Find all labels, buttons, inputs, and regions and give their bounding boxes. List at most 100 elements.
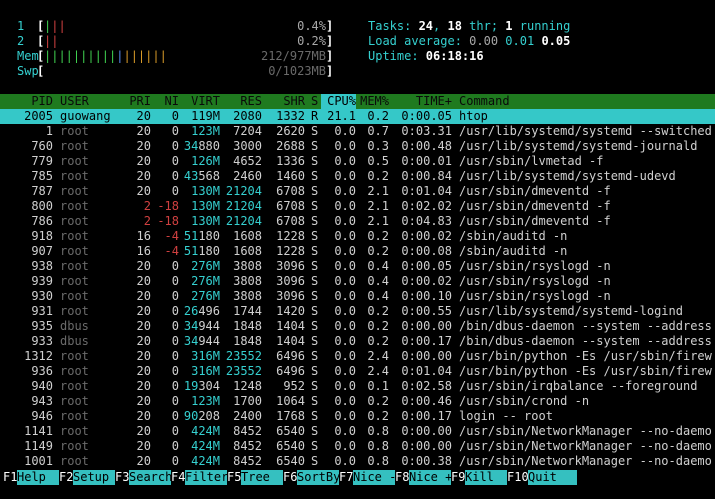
running-count: 1: [505, 19, 513, 33]
process-row[interactable]: 930 root 20 0 276M 3808 3096 S 0.0 0.4 0:00.10/usr…: [0, 289, 715, 304]
cell-ni: 0: [171, 394, 179, 408]
process-row[interactable]: 936 root 20 0 316M 23552 6496 S 0.0 2.4 0:01.04/us…: [0, 364, 715, 379]
column-header-virt[interactable]: VIRT: [179, 94, 220, 109]
column-header-shr[interactable]: SHR: [262, 94, 305, 109]
process-row[interactable]: 907 root 16 -4 51180 1608 1228 S 0.0 0.2 0:00.08/s…: [0, 244, 715, 259]
cell-cpu: 0.0: [334, 139, 356, 153]
process-row[interactable]: 933 dbus 20 0 34944 1848 1404 S 0.0 0.2 0:00.17/bi…: [0, 334, 715, 349]
cell-ni: 0: [171, 259, 179, 273]
cell-virt: 424M: [191, 454, 220, 468]
cell-ni: -18: [157, 199, 179, 213]
cell-cmd: /usr/sbin/dmeventd -f: [459, 214, 611, 228]
cell-mem: 0.8: [367, 424, 389, 438]
fkey-setup-button[interactable]: Setup: [73, 470, 115, 485]
fkey-filter-button[interactable]: Filter: [185, 470, 228, 485]
cell-user: root: [60, 244, 89, 258]
cell-mem: 0.4: [367, 274, 389, 288]
cell-s: S: [311, 124, 319, 138]
process-row[interactable]: 779 root 20 0 126M 4652 1336 S 0.0 0.5 0:00.01/usr…: [0, 154, 715, 169]
fkey-sortby-button[interactable]: SortBy: [297, 470, 340, 485]
column-header-pri[interactable]: PRI: [120, 94, 151, 109]
column-header-s[interactable]: S: [311, 94, 321, 109]
cell-cmd: login -- root: [459, 409, 553, 423]
cell-res: 21204: [225, 199, 262, 213]
cell-time: 0:00.00: [401, 349, 452, 363]
load-15: 0.05: [541, 34, 571, 48]
process-row[interactable]: 785 root 20 0 43568 2460 1460 S 0.0 0.2 0:00.84/us…: [0, 169, 715, 184]
process-row[interactable]: 931 root 20 0 26496 1744 1420 S 0.0 0.2 0:00.55/us…: [0, 304, 715, 319]
cell-cmd: /usr/bin/python -Es /usr/sbin/firew: [459, 349, 712, 363]
cell-res: 1700: [233, 394, 262, 408]
load-1: 0.00: [469, 34, 499, 48]
fkey-kill-button[interactable]: Kill: [465, 470, 507, 485]
cell-cmd: /usr/lib/systemd/systemd-udevd: [459, 169, 676, 183]
mem-bar: |||||||||||||||||: [44, 49, 167, 63]
process-row[interactable]: 1149 root 20 0 424M 8452 6540 S 0.0 0.8 0:00.00/us…: [0, 439, 715, 454]
fkey-search-button[interactable]: Search: [129, 470, 172, 485]
process-row[interactable]: 946 root 20 0 90208 2400 1768 S 0.0 0.2 0:00.17 log…: [0, 409, 715, 424]
process-row[interactable]: 943 root 20 0 123M 1700 1064 S 0.0 0.2 0:00.46/usr…: [0, 394, 715, 409]
cell-res: 1848: [233, 319, 262, 333]
process-row[interactable]: 939 root 20 0 276M 3808 3096 S 0.0 0.4 0:00.02/usr…: [0, 274, 715, 289]
cell-pri: 2: [143, 199, 151, 213]
process-row[interactable]: 918 root 16 -4 51180 1608 1228 S 0.0 0.2 0:00.02/s…: [0, 229, 715, 244]
column-header-pid[interactable]: PID: [0, 94, 53, 109]
cell-s: S: [311, 214, 319, 228]
process-row[interactable]: 800 root 2 -18 130M 21204 6708 S 0.0 2.1 0:02.02/u…: [0, 199, 715, 214]
cell-pid: 787: [31, 184, 53, 198]
cell-mem: 0.2: [367, 169, 389, 183]
cell-user: root: [60, 274, 89, 288]
column-header-user[interactable]: USER: [60, 94, 120, 109]
cell-s: S: [311, 184, 319, 198]
cell-virt: 34880: [183, 139, 220, 153]
process-row[interactable]: 786 root 2 -18 130M 21204 6708 S 0.0 2.1 0:04.83/u…: [0, 214, 715, 229]
process-row[interactable]: 1312 root 20 0 316M 23552 6496 S 0.0 2.4 0:00.00/u…: [0, 349, 715, 364]
cell-res: 3808: [233, 259, 262, 273]
cell-pid: 936: [31, 364, 53, 378]
process-row[interactable]: 1141 root 20 0 424M 8452 6540 S 0.0 0.8 0:00.00/us…: [0, 424, 715, 439]
cell-cmd: /usr/sbin/dmeventd -f: [459, 184, 611, 198]
cell-cpu: 0.0: [334, 349, 356, 363]
cell-cpu: 0.0: [334, 364, 356, 378]
cell-s: S: [311, 319, 319, 333]
process-row[interactable]: 935 dbus 20 0 34944 1848 1404 S 0.0 0.2 0:00.00/bi…: [0, 319, 715, 334]
cell-mem: 2.1: [367, 199, 389, 213]
cell-cmd: /sbin/auditd -n: [459, 244, 568, 258]
cell-virt: 26496: [183, 304, 220, 318]
fkey-tree-button[interactable]: Tree: [241, 470, 283, 485]
cell-time: 0:00.01: [401, 154, 452, 168]
process-row[interactable]: 760 root 20 0 34880 3000 2688 S 0.0 0.3 0:00.48/us…: [0, 139, 715, 154]
cell-user: root: [60, 289, 89, 303]
fkey-quit-button[interactable]: Quit: [528, 470, 577, 485]
cell-pid: 940: [31, 379, 53, 393]
process-row[interactable]: 787 root 20 0 130M 21204 6708 S 0.0 2.1 0:01.04/us…: [0, 184, 715, 199]
cell-virt: 34944: [183, 319, 220, 333]
cell-ni: 0: [171, 139, 179, 153]
cell-virt: 34944: [183, 334, 220, 348]
fkey-nice-button[interactable]: Nice -: [353, 470, 396, 485]
column-header-ni[interactable]: NI: [151, 94, 179, 109]
column-header-time[interactable]: TIME+: [389, 94, 452, 109]
column-header-mem[interactable]: MEM%: [356, 94, 389, 109]
cell-virt: 424M: [191, 424, 220, 438]
cell-ni: -4: [164, 229, 179, 243]
cell-mem: 2.1: [367, 184, 389, 198]
column-header-cpu[interactable]: CPU%: [321, 94, 356, 109]
process-row[interactable]: 938 root 20 0 276M 3808 3096 S 0.0 0.4 0:00.05/usr…: [0, 259, 715, 274]
process-row-selected[interactable]: 2005 guowang 20 0 119M 2080 1332 R 21.1 0.2 0:00.0…: [0, 109, 715, 124]
cell-virt: 119M: [191, 109, 220, 123]
process-row[interactable]: 940 root 20 0 19304 1248 952 S 0.0 0.1 0:02.58/usr…: [0, 379, 715, 394]
cell-shr: 6540: [276, 454, 305, 468]
process-row[interactable]: 1 root 20 0 123M 7204 2620 S 0.0 0.7 0:03.31/usr/l…: [0, 124, 715, 139]
column-header-res[interactable]: RES: [220, 94, 262, 109]
cell-user: root: [60, 214, 89, 228]
cell-pid: 1: [45, 124, 53, 138]
process-row[interactable]: 1001 root 20 0 424M 8452 6540 S 0.0 0.8 0:00.38/us…: [0, 454, 715, 469]
cell-time: 0:00.38: [401, 454, 452, 468]
cell-ni: 0: [171, 124, 179, 138]
fkey-help-button[interactable]: Help: [17, 470, 59, 485]
cell-time: 0:00.17: [401, 409, 452, 423]
cell-virt: 123M: [191, 394, 220, 408]
column-header-command[interactable]: Command: [459, 94, 715, 109]
fkey-nice-button[interactable]: Nice +: [409, 470, 452, 485]
